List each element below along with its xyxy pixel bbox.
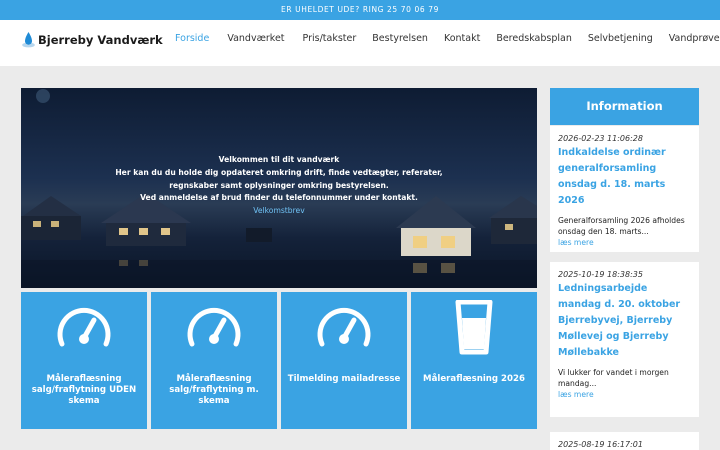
nav-beredskabsplan[interactable]: Beredskabsplan xyxy=(496,33,572,44)
nav-vandvaerket[interactable]: Vandværket xyxy=(227,33,284,44)
news-date: 2025-10-19 18:38:35 xyxy=(558,270,643,279)
water-drop-icon xyxy=(22,32,35,48)
nav-selvbetjening[interactable]: Selvbetjening xyxy=(588,33,653,44)
logo-text: Bjerreby Vandværk xyxy=(38,32,163,47)
gauge-icon xyxy=(317,307,371,347)
gauge-icon xyxy=(57,307,111,347)
nav-kontakt[interactable]: Kontakt xyxy=(444,33,480,44)
nav-vandproever[interactable]: Vandprøver xyxy=(669,33,720,44)
nav-pris-takster[interactable]: Pris/takster xyxy=(303,33,357,44)
hero-line-1: Velkommen til dit vandværk xyxy=(218,155,340,164)
tile-label: Måleraflæsning salg/fraflytning UDEN ske… xyxy=(31,374,137,406)
tile-email-signup[interactable]: Tilmelding mailadresse xyxy=(281,292,407,429)
hero-text: Velkommen til dit vandværk Her kan du du… xyxy=(21,154,537,218)
tile-meter-reading-2026[interactable]: Måleraflæsning 2026 xyxy=(411,292,537,429)
hero-line-2: Her kan du du holde dig opdateret omkrin… xyxy=(115,167,443,177)
news-date: 2025-08-19 16:17:01 xyxy=(558,440,643,449)
hero-line-3: regnskaber samt oplysninger omkring best… xyxy=(169,180,389,190)
nav-forside[interactable]: Forside xyxy=(175,33,209,44)
tile-label: Tilmelding mailadresse xyxy=(287,374,401,384)
news-title-link[interactable]: Ledningsarbejde mandag d. 20. oktober Bj… xyxy=(558,281,691,361)
tile-label: Måleraflæsning 2026 xyxy=(423,374,525,384)
water-glass-icon xyxy=(455,300,493,355)
hero-line-4: Ved anmeldelse af brud finder du telefon… xyxy=(140,193,418,203)
gauge-icon xyxy=(187,307,241,347)
news-excerpt: Generalforsamling 2026 afholdes onsdag d… xyxy=(558,216,685,236)
read-more-link[interactable]: læs mere xyxy=(558,237,691,248)
main-nav: Forside Vandværket Pris/takster Bestyrel… xyxy=(175,33,720,44)
news-excerpt: Vi lukker for vandet i morgen mandag... xyxy=(558,368,669,388)
welcome-letter-link[interactable]: Velkomstbrev xyxy=(253,206,304,215)
news-card: 2026-02-23 11:06:28 Indkaldelse ordinær … xyxy=(550,126,699,252)
tile-label: Måleraflæsning salg/fraflytning m. skema xyxy=(169,374,259,406)
site-header: Bjerreby Vandværk Forside Vandværket Pri… xyxy=(0,20,720,66)
read-more-link[interactable]: læs mere xyxy=(558,389,691,400)
nav-bestyrelsen[interactable]: Bestyrelsen xyxy=(372,33,428,44)
tile-meter-reading-without-form[interactable]: Måleraflæsning salg/fraflytning UDEN ske… xyxy=(21,292,147,429)
news-card: 2025-10-19 18:38:35 Ledningsarbejde mand… xyxy=(550,262,699,417)
emergency-bar: ER UHELDET UDE? RING 25 70 06 79 xyxy=(0,0,720,20)
sidebar-heading: Information xyxy=(550,88,699,125)
news-date: 2026-02-23 11:06:28 xyxy=(558,134,643,143)
tile-meter-reading-with-form[interactable]: Måleraflæsning salg/fraflytning m. skema xyxy=(151,292,277,429)
hero-banner: Velkommen til dit vandværk Her kan du du… xyxy=(21,88,537,288)
site-logo[interactable]: Bjerreby Vandværk xyxy=(22,31,163,48)
news-title-link[interactable]: Indkaldelse ordinær generalforsamling on… xyxy=(558,145,691,209)
news-card: 2025-08-19 16:17:01 xyxy=(550,432,699,450)
